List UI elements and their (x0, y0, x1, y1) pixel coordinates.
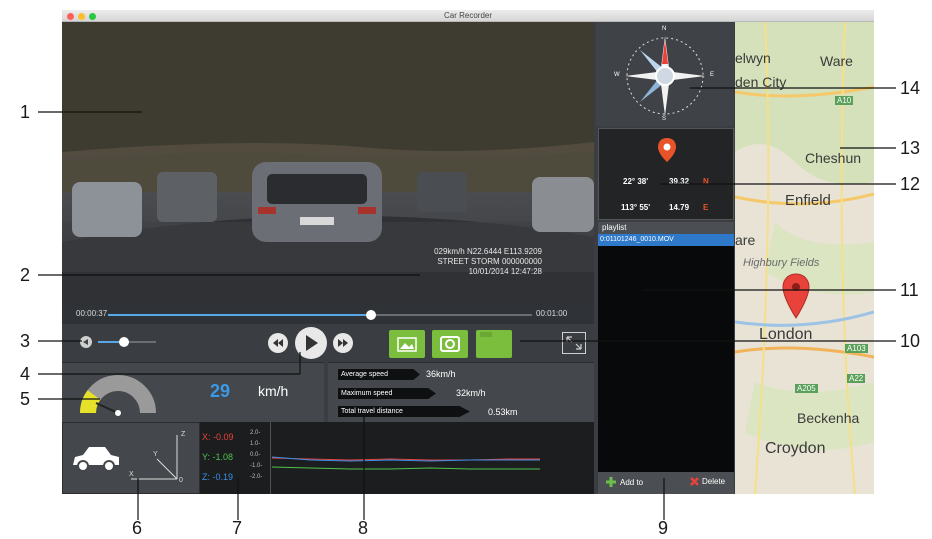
callout-5: 5 (20, 389, 31, 409)
callout-3: 3 (20, 331, 31, 351)
callout-11: 11 (900, 280, 919, 300)
callout-14: 14 (900, 78, 921, 98)
callout-13: 13 (900, 138, 921, 158)
callout-8: 8 (358, 518, 369, 538)
callout-lines (38, 87, 896, 520)
callout-4: 4 (20, 364, 31, 384)
callout-6: 6 (132, 518, 143, 538)
callout-9: 9 (658, 518, 669, 538)
callout-7: 7 (232, 518, 243, 538)
callout-2: 2 (20, 265, 31, 285)
callout-10: 10 (900, 331, 921, 351)
callout-1: 1 (20, 102, 31, 122)
callout-12: 12 (900, 174, 921, 194)
